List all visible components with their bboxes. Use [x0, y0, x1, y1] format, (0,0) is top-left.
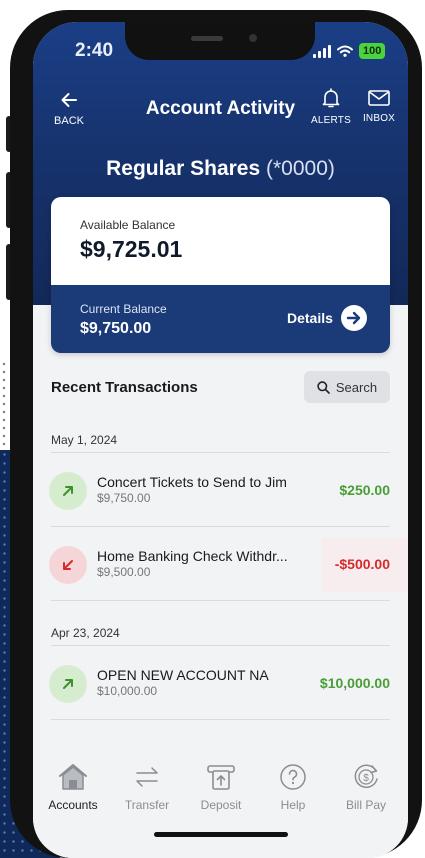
search-label: Search — [335, 379, 378, 395]
tab-bill-pay[interactable]: $ Bill Pay — [334, 760, 398, 812]
bell-icon — [322, 88, 340, 108]
transaction-row[interactable]: Home Banking Check Withdr... $9,500.00 -… — [33, 528, 408, 600]
transaction-name: Home Banking Check Withdr... — [97, 548, 288, 564]
transaction-balance: $10,000.00 — [97, 684, 158, 698]
account-name: Regular Shares (*0000) — [33, 157, 408, 181]
divider — [51, 526, 390, 527]
tab-label: Help — [280, 798, 306, 812]
bill-pay-dollar-icon: $ — [334, 760, 398, 794]
divider — [51, 645, 390, 646]
balance-card: Available Balance $9,725.01 Current Bala… — [51, 197, 390, 353]
tab-accounts[interactable]: Accounts — [41, 760, 105, 812]
transaction-name: Concert Tickets to Send to Jim — [97, 474, 287, 490]
deposit-check-icon — [189, 760, 253, 794]
current-balance-section: Current Balance $9,750.00 Details — [51, 285, 390, 353]
divider — [51, 452, 390, 453]
bottom-tab-bar: Accounts Transfer Deposit Help $ Bill Pa… — [33, 748, 408, 858]
details-button[interactable]: Details — [287, 305, 367, 331]
svg-text:$: $ — [363, 773, 369, 784]
divider — [51, 719, 390, 720]
transaction-balance: $9,500.00 — [97, 565, 151, 579]
house-icon — [41, 760, 105, 794]
account-mask: (*0000) — [266, 157, 335, 180]
arrow-right-circle-icon — [340, 305, 367, 331]
tab-label: Transfer — [124, 798, 170, 812]
status-time: 2:40 — [75, 40, 114, 61]
transaction-amount: $250.00 — [339, 482, 390, 498]
transaction-balance: $9,750.00 — [97, 491, 151, 505]
transfer-arrows-icon — [115, 760, 179, 794]
status-indicators: 100 — [313, 43, 386, 59]
search-button[interactable]: Search — [304, 371, 390, 403]
transaction-name: OPEN NEW ACCOUNT NA — [97, 667, 269, 683]
divider — [51, 600, 390, 601]
tab-label: Accounts — [48, 798, 98, 812]
alerts-button[interactable]: ALERTS — [309, 88, 353, 126]
camera-notch — [125, 22, 315, 60]
details-label: Details — [287, 310, 333, 326]
transaction-row[interactable]: OPEN NEW ACCOUNT NA $10,000.00 $10,000.0… — [33, 647, 408, 719]
wifi-icon — [337, 45, 353, 57]
arrow-down-left-icon — [49, 546, 87, 584]
help-question-icon — [261, 760, 325, 794]
tab-label: Deposit — [200, 798, 242, 812]
tab-transfer[interactable]: Transfer — [115, 760, 179, 812]
date-group-label: May 1, 2024 — [51, 433, 118, 447]
home-indicator[interactable] — [154, 832, 288, 837]
notch-speaker — [191, 36, 223, 41]
current-balance-value: $9,750.00 — [80, 320, 152, 337]
inbox-label: INBOX — [362, 113, 396, 124]
battery-indicator: 100 — [359, 43, 386, 59]
tab-deposit[interactable]: Deposit — [189, 760, 253, 812]
transaction-amount: -$500.00 — [334, 556, 390, 572]
arrow-up-right-icon — [49, 665, 87, 703]
arrow-up-right-icon — [49, 472, 87, 510]
recent-transactions-title: Recent Transactions — [51, 379, 198, 396]
alerts-label: ALERTS — [311, 115, 351, 126]
available-balance-section: Available Balance $9,725.01 — [51, 197, 390, 285]
app-screen: 2:40 100 BACK Account Activity ALERTS IN… — [33, 22, 408, 858]
transaction-row[interactable]: Concert Tickets to Send to Jim $9,750.00… — [33, 454, 408, 526]
search-icon — [317, 380, 330, 394]
notch-camera — [249, 34, 257, 42]
transaction-amount: $10,000.00 — [319, 675, 390, 691]
available-balance-label: Available Balance — [80, 218, 176, 232]
signal-icon — [313, 44, 331, 58]
available-balance-value: $9,725.01 — [80, 236, 183, 262]
account-name-text: Regular Shares — [106, 157, 261, 180]
tab-help[interactable]: Help — [261, 760, 325, 812]
current-balance-label: Current Balance — [80, 302, 167, 316]
envelope-icon — [368, 90, 390, 106]
date-group-label: Apr 23, 2024 — [51, 626, 120, 640]
inbox-button[interactable]: INBOX — [359, 90, 399, 124]
tab-label: Bill Pay — [345, 798, 386, 812]
